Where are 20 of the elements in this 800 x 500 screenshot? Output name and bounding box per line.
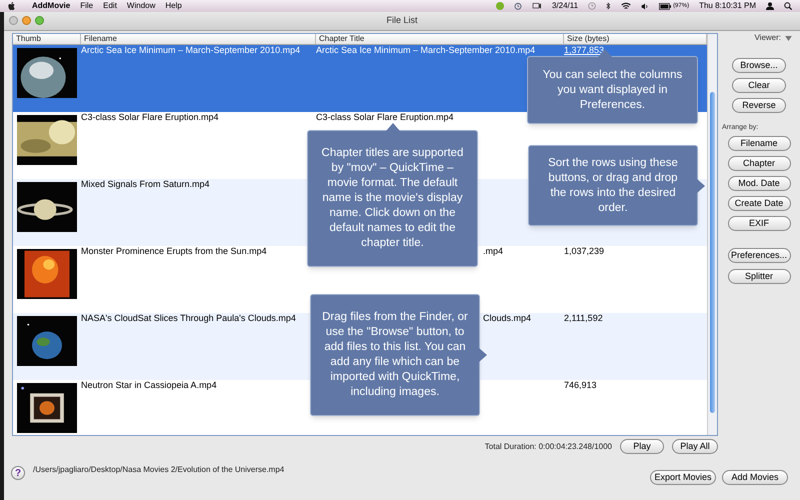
tooltip-text: Sort the rows using these buttons, or drag and drop the rows into the desired order. [547, 156, 679, 216]
table-cell: 1,037,239 [564, 246, 604, 256]
table-cell: Neutron Star in Cassiopeia A.mp4 [81, 380, 217, 390]
viewer-label: Viewer: [754, 32, 781, 44]
table-cell: 746,913 [564, 380, 597, 390]
total-duration: Total Duration: 0:00:04:23.248/1000 [484, 440, 612, 452]
table-cell: Clouds.mp4 [483, 313, 532, 323]
table-cell: .mp4 [483, 246, 504, 256]
table-cell: 1,377,853 [564, 45, 604, 55]
table-cell: C3-class Solar Flare Eruption.mp4 [81, 112, 219, 122]
table-cell: Mixed Signals From Saturn.mp4 [81, 179, 210, 189]
table-cell: C3-class Solar Flare Eruption.mp4 [316, 112, 454, 122]
file-path: /Users/jpagliaro/Desktop/Nasa Movies 2/Evolution of the Universe.mp4 [33, 464, 284, 476]
window-title: File List [386, 14, 418, 28]
table-cell: Arctic Sea Ice Minimum – March-September 2010.mp4 [316, 45, 536, 55]
table-cell: Arctic Sea Ice Minimum – March-September 2010.mp4 [81, 45, 300, 55]
tooltip-text: You can select the columns you want displayed in Preferences. [542, 68, 684, 112]
table-cell: Monster Prominence Erupts from the Sun.mp4 [81, 246, 267, 256]
table-cell: NASA's CloudSat Slices Through Paula's Clouds.mp4 [81, 313, 296, 323]
table-cell: 2,111,592 [564, 313, 603, 323]
